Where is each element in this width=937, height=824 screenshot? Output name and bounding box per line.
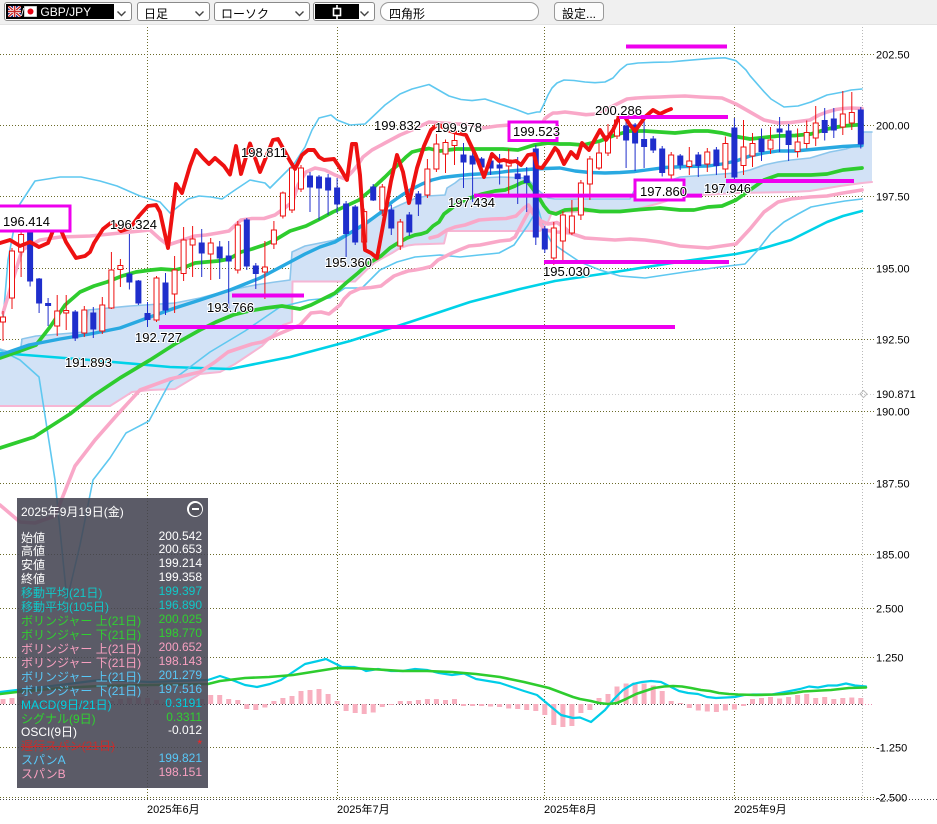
svg-text:192.50: 192.50 xyxy=(876,335,910,347)
svg-text:-1.250: -1.250 xyxy=(876,743,907,755)
svg-text:196.414: 196.414 xyxy=(3,214,50,229)
svg-text:190.00: 190.00 xyxy=(876,407,910,419)
svg-text:202.50: 202.50 xyxy=(876,50,910,62)
svg-text:195.360: 195.360 xyxy=(325,255,372,270)
svg-text:2025年9月: 2025年9月 xyxy=(734,802,787,816)
svg-text:197.860: 197.860 xyxy=(640,184,687,199)
svg-text:195.030: 195.030 xyxy=(543,264,590,279)
svg-text:187.50: 187.50 xyxy=(876,479,910,491)
svg-text:185.00: 185.00 xyxy=(876,550,910,562)
svg-text:193.766: 193.766 xyxy=(207,300,254,315)
svg-text:197.946: 197.946 xyxy=(704,181,751,196)
svg-text:192.727: 192.727 xyxy=(135,330,182,345)
svg-text:199.832: 199.832 xyxy=(374,118,421,133)
svg-text:197.434: 197.434 xyxy=(448,195,495,210)
svg-text:200.00: 200.00 xyxy=(876,121,910,133)
svg-text:191.893: 191.893 xyxy=(65,355,112,370)
svg-text:197.50: 197.50 xyxy=(876,192,910,204)
svg-text:190.871: 190.871 xyxy=(876,389,916,401)
svg-text:199.523: 199.523 xyxy=(513,124,560,139)
svg-text:2025年8月: 2025年8月 xyxy=(544,802,597,816)
svg-text:-2.500: -2.500 xyxy=(876,793,907,805)
svg-text:195.00: 195.00 xyxy=(876,264,910,276)
svg-text:198.811: 198.811 xyxy=(241,145,287,160)
svg-text:200.286: 200.286 xyxy=(595,103,642,118)
svg-text:2025年6月: 2025年6月 xyxy=(147,802,200,816)
svg-text:196.324: 196.324 xyxy=(110,217,157,232)
svg-text:2025年7月: 2025年7月 xyxy=(337,802,390,816)
svg-text:2.500: 2.500 xyxy=(876,604,904,616)
svg-text:1.250: 1.250 xyxy=(876,653,904,665)
svg-text:199.978: 199.978 xyxy=(435,120,482,135)
